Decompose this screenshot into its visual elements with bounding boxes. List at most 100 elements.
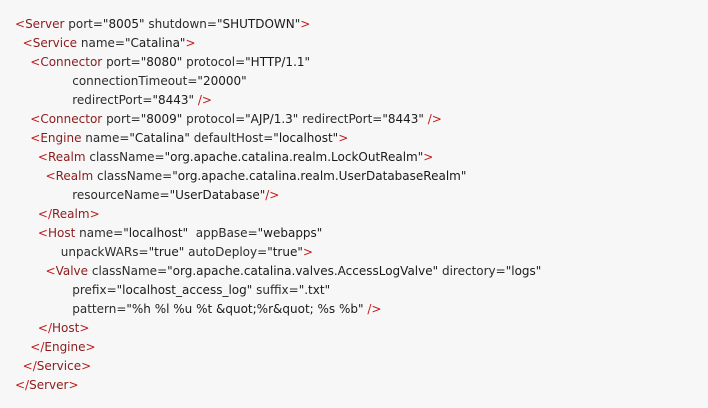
tag-name-token: Valve <box>55 264 89 278</box>
tag-name-token: Engine <box>40 131 82 145</box>
attribute-name-token: className <box>91 264 158 278</box>
equals-token: = <box>187 74 198 88</box>
equals-token: = <box>142 93 153 107</box>
attribute-value-token: "8080" <box>140 55 183 69</box>
equals-token: = <box>247 226 258 240</box>
code-line: pattern="%h %l %u %t &quot;%r&quot; %s %… <box>15 300 708 319</box>
equals-token: = <box>130 55 141 69</box>
equals-token: = <box>235 55 246 69</box>
attribute-name-token: name <box>79 226 114 240</box>
attribute-name-token: appBase <box>195 226 248 240</box>
code-line: resourceName="UserDatabase"/> <box>15 186 708 205</box>
bracket-token: < <box>37 226 48 240</box>
tag-name-token: Host <box>47 226 76 240</box>
attribute-value-token: "%h %l %u %t &quot;%r&quot; %s %b" <box>126 302 364 316</box>
attribute-name-token: port <box>68 17 93 31</box>
bracket-token: < <box>30 131 41 145</box>
code-line: </Host> <box>15 319 708 338</box>
attribute-value-token: "Catalina" <box>129 131 190 145</box>
bracket-token: < <box>37 150 48 164</box>
bracket-token: < <box>15 17 26 31</box>
attribute-value-token: "localhost_access_log" <box>116 283 253 297</box>
equals-token: = <box>157 264 168 278</box>
bracket-token: > <box>85 340 96 354</box>
bracket-token: > <box>185 36 196 50</box>
attribute-value-token: "8443" <box>382 112 424 126</box>
attribute-value-token: "SHUTDOWN" <box>216 17 301 31</box>
tag-name-token: Connector <box>40 55 103 69</box>
code-line: </Server> <box>15 376 708 395</box>
tag-name-token: Realm <box>52 207 90 221</box>
attribute-value-token: "true" <box>148 245 185 259</box>
code-line: <Host name="localhost" appBase="webapps" <box>15 224 708 243</box>
attribute-name-token: name <box>85 131 120 145</box>
attribute-value-token: "Catalina" <box>124 36 186 50</box>
attribute-value-token: "org.apache.catalina.realm.LockOutRealm" <box>164 150 424 164</box>
attribute-name-token: autoDeploy <box>188 245 258 259</box>
code-line: </Realm> <box>15 205 708 224</box>
attribute-value-token: "AJP/1.3" <box>245 112 299 126</box>
attribute-name-token: unpackWARs <box>60 245 139 259</box>
equals-token: = <box>92 17 103 31</box>
attribute-name-token: protocol <box>186 112 236 126</box>
bracket-token: > <box>79 321 90 335</box>
bracket-token: < <box>45 264 56 278</box>
equals-token: = <box>159 188 170 202</box>
code-line: prefix="localhost_access_log" suffix=".t… <box>15 281 708 300</box>
equals-token: = <box>235 112 246 126</box>
attribute-name-token: port <box>106 112 131 126</box>
tag-name-token: Host <box>52 321 80 335</box>
code-line: redirectPort="8443" /> <box>15 91 708 110</box>
attribute-name-token: pattern <box>72 302 117 316</box>
code-line: </Engine> <box>15 338 708 357</box>
attribute-name-token: resourceName <box>72 188 160 202</box>
bracket-token: < <box>22 36 33 50</box>
equals-token: = <box>162 169 173 183</box>
code-line: <Valve className="org.apache.catalina.va… <box>15 262 708 281</box>
attribute-value-token: "UserDatabase" <box>169 188 266 202</box>
attribute-value-token: "webapps" <box>257 226 323 240</box>
bracket-token: /> <box>367 302 382 316</box>
attribute-value-token: "20000" <box>197 74 247 88</box>
bracket-token: < <box>45 169 56 183</box>
attribute-value-token: "org.apache.catalina.valves.AccessLogVal… <box>167 264 439 278</box>
tag-name-token: Server <box>25 17 65 31</box>
bracket-token: > <box>81 359 92 373</box>
bracket-token: /> <box>197 93 212 107</box>
attribute-value-token: "logs" <box>505 264 542 278</box>
attribute-value-token: "8005" <box>102 17 145 31</box>
equals-token: = <box>263 131 274 145</box>
code-line: <Connector port="8009" protocol="AJP/1.3… <box>15 110 708 129</box>
bracket-token: </ <box>37 321 52 335</box>
attribute-value-token: "8009" <box>140 112 183 126</box>
equals-token: = <box>130 112 141 126</box>
code-line: <Engine name="Catalina" defaultHost="loc… <box>15 129 708 148</box>
equals-token: = <box>106 283 117 297</box>
bracket-token: > <box>89 207 100 221</box>
equals-token: = <box>119 131 130 145</box>
attribute-name-token: className <box>89 150 155 164</box>
attribute-name-token: shutdown <box>148 17 207 31</box>
bracket-token: > <box>423 150 434 164</box>
attribute-value-token: "org.apache.catalina.realm.UserDatabaseR… <box>172 169 467 183</box>
attribute-value-token: "true" <box>267 245 303 259</box>
tag-name-token: Service <box>36 359 82 373</box>
code-line: connectionTimeout="20000" <box>15 72 708 91</box>
attribute-name-token: className <box>96 169 163 183</box>
equals-token: = <box>495 264 506 278</box>
code-line: <Connector port="8080" protocol="HTTP/1.… <box>15 53 708 72</box>
